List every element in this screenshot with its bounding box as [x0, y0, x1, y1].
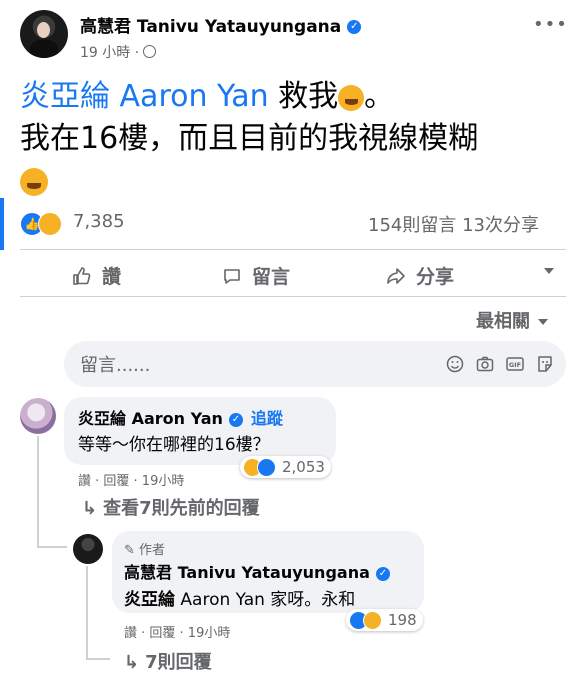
comment-button[interactable]: 留言 [222, 262, 290, 289]
haha-reaction-icon [363, 610, 382, 630]
camera-icon[interactable] [476, 355, 494, 373]
reaction-count[interactable]: 7,385 [73, 211, 125, 232]
comment-label[interactable]: 留言 [252, 262, 290, 289]
verified-badge-icon: ✓ [375, 566, 390, 581]
chevron-down-icon [538, 319, 548, 325]
commenter-name[interactable]: 高慧君 Tanivu Yatauyungana [124, 563, 370, 582]
crying-emoji-icon [338, 84, 365, 111]
comment-reactions[interactable]: 198 [346, 609, 423, 631]
comment-text: 炎亞綸 Aaron Yan 家呀。永和 [124, 585, 355, 610]
sort-dropdown[interactable]: 最相關 [476, 307, 548, 333]
haha-reaction-icon [38, 212, 62, 236]
author-tag-label: 作者 [139, 543, 166, 558]
reply-arrow-icon: ↳ [124, 652, 140, 673]
share-label[interactable]: 分享 [416, 262, 454, 289]
comment-icon [224, 268, 240, 284]
post-text-period: 。 [364, 79, 395, 114]
comment-input[interactable] [78, 351, 412, 379]
comment-text-rest: Aaron Yan 家呀。永和 [175, 590, 356, 610]
verified-badge-icon: ✓ [228, 412, 243, 427]
post-time[interactable]: 19 小時 · [80, 45, 139, 61]
comment-reaction-count: 198 [388, 611, 417, 629]
comment-reactions[interactable]: 2,053 [240, 456, 331, 478]
share-arrow-icon [387, 267, 405, 284]
thread-line [37, 436, 39, 546]
view-previous-label[interactable]: 查看7則先前的回覆 [103, 498, 260, 519]
comment-text: 等等～你在哪裡的16樓？ [78, 435, 270, 455]
post-text-2: 我在16樓，而且目前的我視線模糊 [20, 121, 479, 156]
thread-line [37, 546, 67, 548]
more-replies-link[interactable]: ↳ 7則回覆 [124, 648, 212, 674]
comment-bubble: ✎ 作者 高慧君 Tanivu Yatauyungana ✓ 炎亞綸 Aaron … [112, 531, 424, 613]
emoji-icon[interactable] [446, 355, 464, 373]
pencil-icon: ✎ [124, 543, 135, 558]
commenter-avatar[interactable] [20, 398, 56, 434]
comment-bubble: 炎亞綸 Aaron Yan ✓ 追蹤 等等～你在哪裡的16樓？ [64, 397, 336, 465]
comment-text-bold: 炎亞綸 [124, 590, 175, 610]
comment-actions[interactable]: 讚 · 回覆 · 19小時 [124, 622, 230, 641]
post-text-1: 救我 [268, 79, 339, 114]
thread-line [86, 658, 110, 660]
thumbs-up-icon [73, 266, 91, 285]
divider [20, 249, 566, 250]
comment-reaction-count: 2,053 [282, 458, 325, 476]
post-author-name[interactable]: 高慧君 Tanivu Yatauyungana [80, 17, 341, 37]
thread-line [86, 566, 88, 658]
author-avatar[interactable] [20, 10, 68, 58]
like-button[interactable]: 讚 [72, 262, 121, 289]
author-avatar-small[interactable] [73, 534, 103, 564]
share-button[interactable]: 分享 [386, 262, 454, 289]
focus-indicator [0, 198, 4, 250]
view-previous-replies-link[interactable]: ↳ 查看7則先前的回覆 [82, 494, 260, 520]
more-replies-label[interactable]: 7則回覆 [145, 652, 212, 673]
follow-button[interactable]: 追蹤 [251, 409, 283, 428]
author-tag: ✎ 作者 [124, 539, 165, 558]
laughing-emoji-icon [20, 167, 48, 196]
comments-shares-count[interactable]: 154則留言 13次分享 [368, 211, 539, 237]
sticker-icon[interactable] [536, 355, 554, 373]
commenter-name[interactable]: 炎亞綸 Aaron Yan [78, 409, 223, 428]
post-timestamp[interactable]: 19 小時 · [80, 42, 157, 62]
globe-icon [143, 45, 157, 58]
post-mention-link[interactable]: 炎亞綸 Aaron Yan [20, 79, 269, 114]
divider [20, 296, 566, 297]
like-reaction-icon [257, 457, 276, 477]
sort-label[interactable]: 最相關 [476, 311, 530, 332]
more-options-icon[interactable]: ••• [533, 14, 568, 35]
comment-actions[interactable]: 讚 · 回覆 · 19小時 [78, 470, 184, 489]
audience-dropdown-icon[interactable] [544, 268, 554, 274]
like-label[interactable]: 讚 [102, 262, 121, 289]
verified-badge-icon: ✓ [347, 20, 362, 34]
gif-icon[interactable]: GIF [506, 355, 524, 373]
post-text: 炎亞綸 Aaron Yan 救我。 我在16樓，而且目前的我視線模糊 [20, 76, 580, 202]
svg-text:GIF: GIF [509, 361, 521, 369]
comment-input-box[interactable]: GIF [64, 341, 566, 387]
reply-arrow-icon: ↳ [82, 498, 98, 519]
